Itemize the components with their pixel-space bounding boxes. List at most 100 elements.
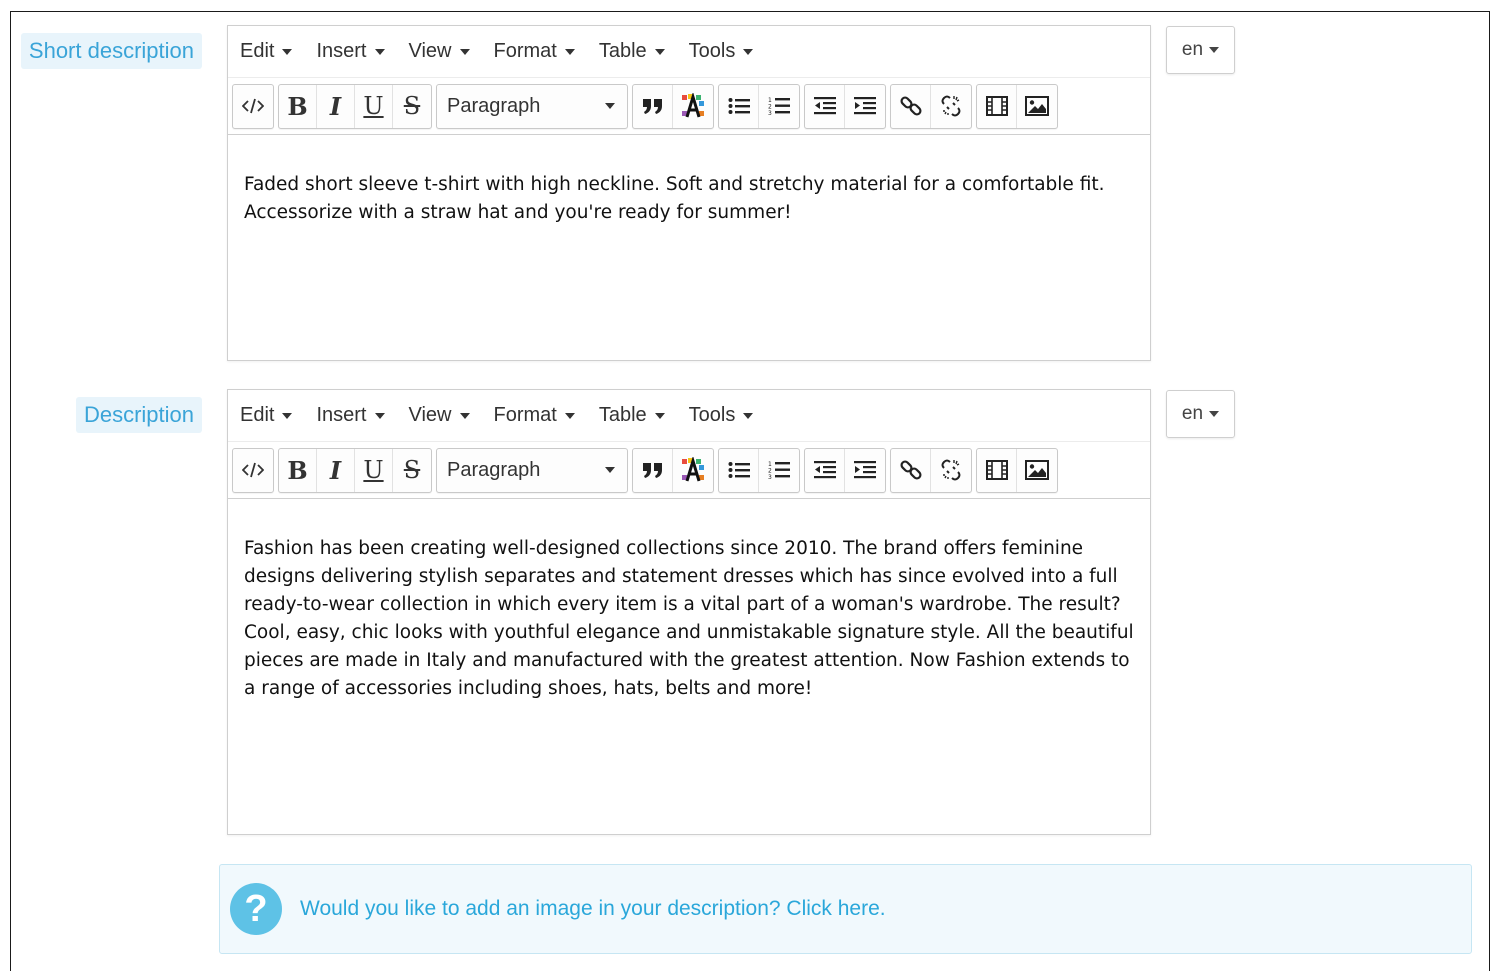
bold-button[interactable]: B <box>279 84 317 128</box>
caret-down-icon <box>743 48 754 55</box>
indent-button[interactable] <box>845 449 885 492</box>
code-icon <box>242 98 264 114</box>
media-icon <box>985 460 1008 480</box>
bold-button[interactable]: B <box>279 448 317 492</box>
numbered-list-button[interactable]: 123 <box>759 449 799 492</box>
caret-down-icon <box>654 412 665 419</box>
media-button[interactable] <box>977 84 1017 128</box>
text-style-group: B I U S <box>278 83 432 129</box>
outdent-icon <box>813 461 836 479</box>
quote-color-group <box>632 83 714 129</box>
italic-button[interactable]: I <box>317 448 355 492</box>
block-format-value: Paragraph <box>447 458 541 481</box>
menu-edit[interactable]: Edit <box>240 404 293 427</box>
menu-view[interactable]: View <box>409 404 470 427</box>
caret-down-icon <box>564 48 575 55</box>
menu-format-label: Format <box>493 404 557 426</box>
svg-text:3: 3 <box>768 110 772 116</box>
short-description-language-button[interactable]: en <box>1166 26 1235 74</box>
link-group <box>890 447 972 493</box>
block-format-select[interactable]: Paragraph <box>437 449 627 492</box>
link-icon <box>899 460 922 480</box>
editor-toolbar: B I U S Paragraph 123 <box>228 442 1150 499</box>
strikethrough-button[interactable]: S <box>393 85 431 128</box>
menu-insert-label: Insert <box>316 40 367 62</box>
image-button[interactable] <box>1017 449 1057 492</box>
strikethrough-icon: S <box>403 456 421 484</box>
bold-icon: B <box>287 91 308 121</box>
blockquote-icon <box>642 463 662 478</box>
blockquote-button[interactable] <box>633 448 673 492</box>
text-color-button[interactable] <box>673 85 713 128</box>
link-group <box>890 83 972 129</box>
strikethrough-icon: S <box>403 92 421 120</box>
media-icon <box>985 96 1008 116</box>
link-icon <box>899 96 922 116</box>
image-help-alert: ? Would you like to add an image in your… <box>219 864 1472 954</box>
bullet-list-icon <box>728 98 750 114</box>
indent-icon <box>854 461 876 479</box>
description-editor: Edit Insert View Format Table Tools B I … <box>227 389 1151 835</box>
outdent-button[interactable] <box>805 84 845 128</box>
menu-tools[interactable]: Tools <box>689 404 754 427</box>
indent-button[interactable] <box>845 85 885 128</box>
link-button[interactable] <box>891 84 931 128</box>
indent-group <box>804 447 886 493</box>
code-group <box>232 447 274 493</box>
question-icon: ? <box>230 883 282 935</box>
block-format-value: Paragraph <box>447 94 541 117</box>
menu-table[interactable]: Table <box>599 404 665 427</box>
unlink-button[interactable] <box>931 85 971 128</box>
bullet-list-button[interactable] <box>719 448 759 492</box>
caret-down-icon <box>1209 411 1220 417</box>
caret-down-icon <box>459 412 470 419</box>
bullet-list-button[interactable] <box>719 84 759 128</box>
italic-button[interactable]: I <box>317 84 355 128</box>
menu-view[interactable]: View <box>409 40 470 63</box>
menu-tools[interactable]: Tools <box>689 40 754 63</box>
caret-down-icon <box>282 48 293 55</box>
caret-down-icon <box>374 48 385 55</box>
block-format-group: Paragraph <box>436 83 628 129</box>
help-message: Would you like to add an image in your d… <box>300 897 886 921</box>
editor-toolbar: B I U S Paragraph 123 <box>228 78 1150 135</box>
menu-insert-label: Insert <box>316 404 367 426</box>
unlink-button[interactable] <box>931 449 971 492</box>
menu-table-label: Table <box>598 404 647 426</box>
caret-down-icon <box>605 103 615 109</box>
caret-down-icon <box>605 467 615 473</box>
code-icon <box>242 462 264 478</box>
menu-format[interactable]: Format <box>494 40 575 63</box>
description-content[interactable]: Fashion has been creating well-designed … <box>228 499 1150 719</box>
menu-edit[interactable]: Edit <box>240 40 293 63</box>
outdent-button[interactable] <box>805 448 845 492</box>
description-language-button[interactable]: en <box>1166 390 1235 438</box>
caret-down-icon <box>564 412 575 419</box>
menu-insert[interactable]: Insert <box>316 40 385 63</box>
image-button[interactable] <box>1017 85 1057 128</box>
block-format-select[interactable]: Paragraph <box>437 85 627 128</box>
numbered-list-button[interactable]: 123 <box>759 85 799 128</box>
text-color-button[interactable] <box>673 449 713 492</box>
help-text: Would you like to add an image in your d… <box>300 897 781 920</box>
bullet-list-icon <box>728 462 750 478</box>
short-description-content[interactable]: Faded short sleeve t-shirt with high nec… <box>228 135 1150 243</box>
menu-tools-label: Tools <box>688 404 736 426</box>
list-group: 123 <box>718 83 800 129</box>
code-button[interactable] <box>233 85 273 128</box>
underline-button[interactable]: U <box>355 448 393 492</box>
blockquote-button[interactable] <box>633 84 673 128</box>
svg-text:3: 3 <box>768 474 772 480</box>
menu-format[interactable]: Format <box>494 404 575 427</box>
code-button[interactable] <box>233 449 273 492</box>
strikethrough-button[interactable]: S <box>393 449 431 492</box>
menu-insert[interactable]: Insert <box>316 404 385 427</box>
click-here-link[interactable]: Click here. <box>786 897 885 920</box>
indent-group <box>804 83 886 129</box>
link-button[interactable] <box>891 448 931 492</box>
menu-table[interactable]: Table <box>599 40 665 63</box>
code-group <box>232 83 274 129</box>
underline-button[interactable]: U <box>355 84 393 128</box>
underline-icon: U <box>363 92 384 120</box>
media-button[interactable] <box>977 448 1017 492</box>
